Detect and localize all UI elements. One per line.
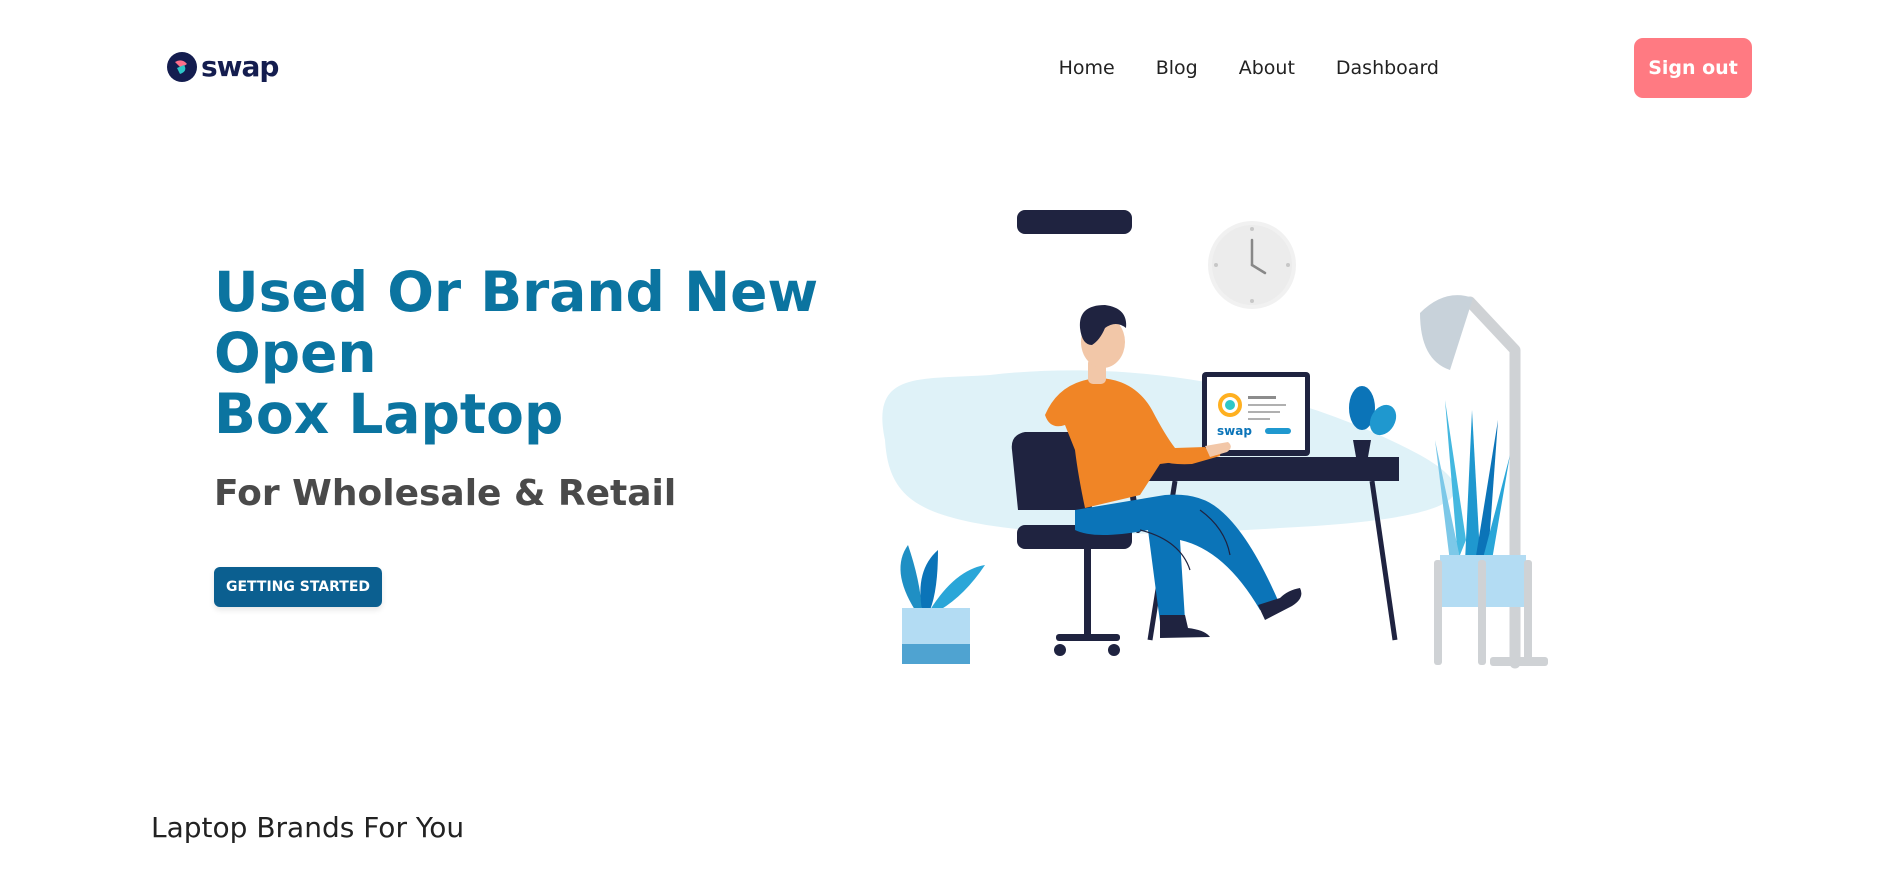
hero-title-line: Used Or Brand New xyxy=(214,260,819,324)
swap-logo-icon xyxy=(167,52,197,82)
nav-home-link[interactable]: Home xyxy=(1059,38,1115,98)
laptop-screen-logo: swap xyxy=(1217,424,1252,438)
nav-blog-link[interactable]: Blog xyxy=(1156,38,1198,98)
brand-logo[interactable]: swap xyxy=(167,50,279,83)
nav-dashboard-link[interactable]: Dashboard xyxy=(1336,38,1439,98)
hero-title: Used Or Brand New Open Box Laptop xyxy=(214,262,834,445)
nav-links: Home Blog About Dashboard xyxy=(1018,38,1439,98)
small-plant-icon xyxy=(900,545,985,664)
laptop-icon: swap xyxy=(1202,372,1310,456)
clock-icon xyxy=(1208,221,1296,309)
getting-started-button[interactable]: GETTING STARTED xyxy=(214,567,382,607)
navbar: swap Home Blog About Dashboard Sign out xyxy=(0,0,1899,140)
sign-out-button[interactable]: Sign out xyxy=(1634,38,1752,98)
nav-about-link[interactable]: About xyxy=(1239,38,1295,98)
brand-name: swap xyxy=(201,50,279,83)
section-title-laptop-brands: Laptop Brands For You xyxy=(151,811,465,844)
hero-subtitle: For Wholesale & Retail xyxy=(214,473,677,514)
hero-illustration: swap xyxy=(882,210,1548,669)
hero-title-line: Box Laptop xyxy=(214,382,564,446)
hero-title-line: Open xyxy=(214,321,377,385)
